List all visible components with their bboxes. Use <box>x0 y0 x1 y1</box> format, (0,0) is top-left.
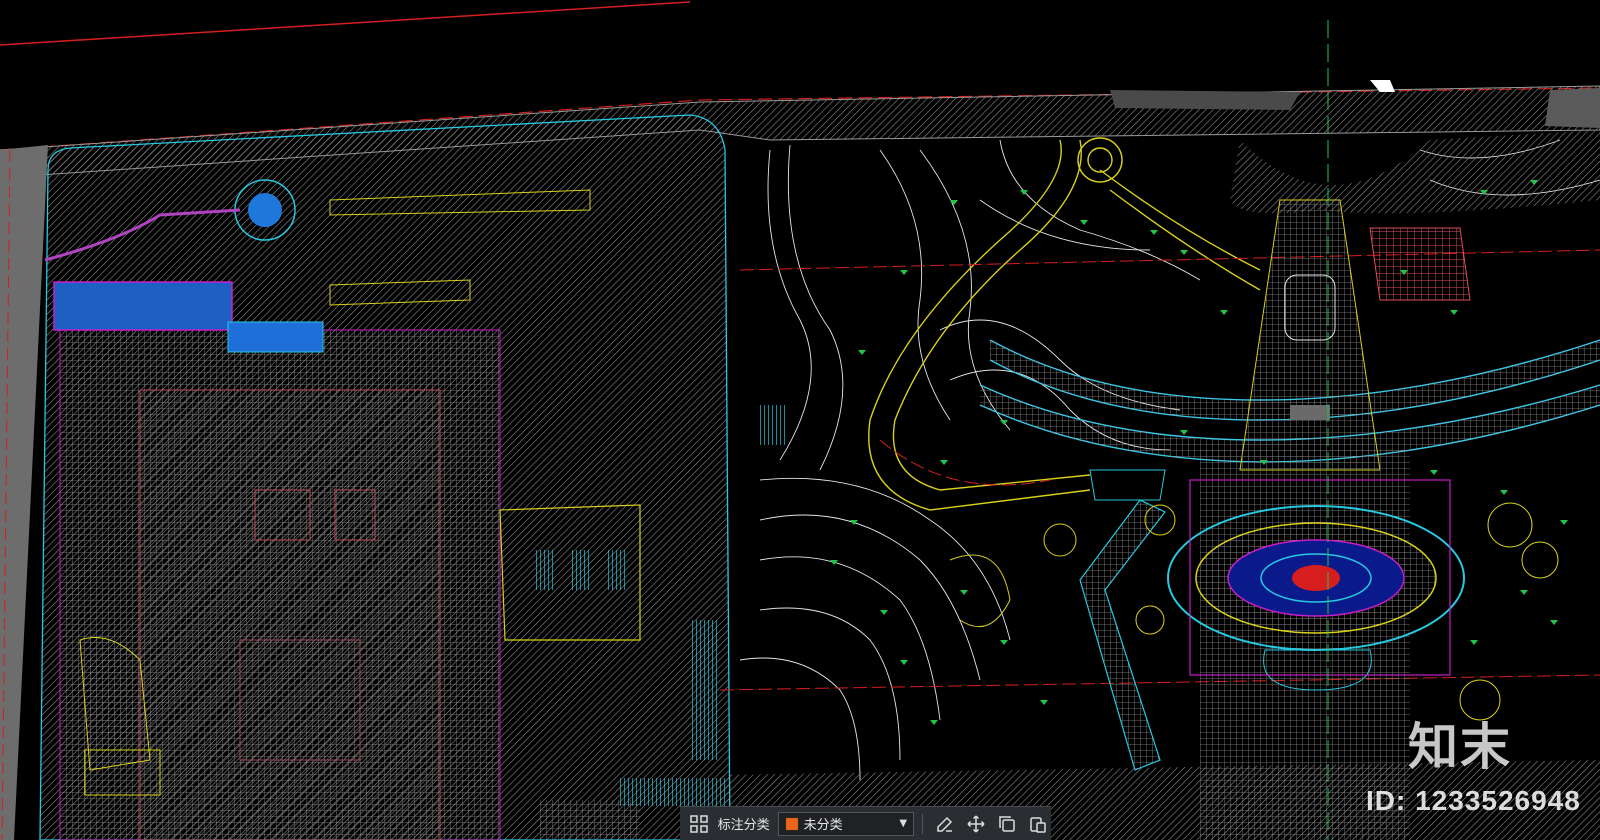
cad-drawing-canvas[interactable] <box>0 0 1600 840</box>
category-color-swatch <box>784 816 799 831</box>
edit-icon[interactable] <box>932 811 958 837</box>
chevron-down-icon: ▼ <box>899 818 908 829</box>
copy-icon[interactable] <box>994 811 1020 837</box>
category-value: 未分类 <box>803 818 843 833</box>
building-block <box>39 114 785 840</box>
park-contours <box>739 139 1600 781</box>
paste-icon[interactable] <box>1025 811 1051 837</box>
central-plaza <box>1167 20 1600 840</box>
annotation-category-label: 标注分类 <box>717 818 770 833</box>
toolbar-divider <box>922 813 923 834</box>
watermark-logo: 知末 <box>1408 718 1512 776</box>
watermark-id: ID: 1233526948 <box>1366 785 1581 816</box>
boardwalk <box>1079 469 1166 771</box>
grid-icon[interactable] <box>686 811 712 837</box>
category-select[interactable]: 未分类 ▼ <box>777 811 915 836</box>
move-icon[interactable] <box>963 811 989 837</box>
annotation-toolbar: 标注分类 未分类 ▼ <box>680 806 1051 840</box>
